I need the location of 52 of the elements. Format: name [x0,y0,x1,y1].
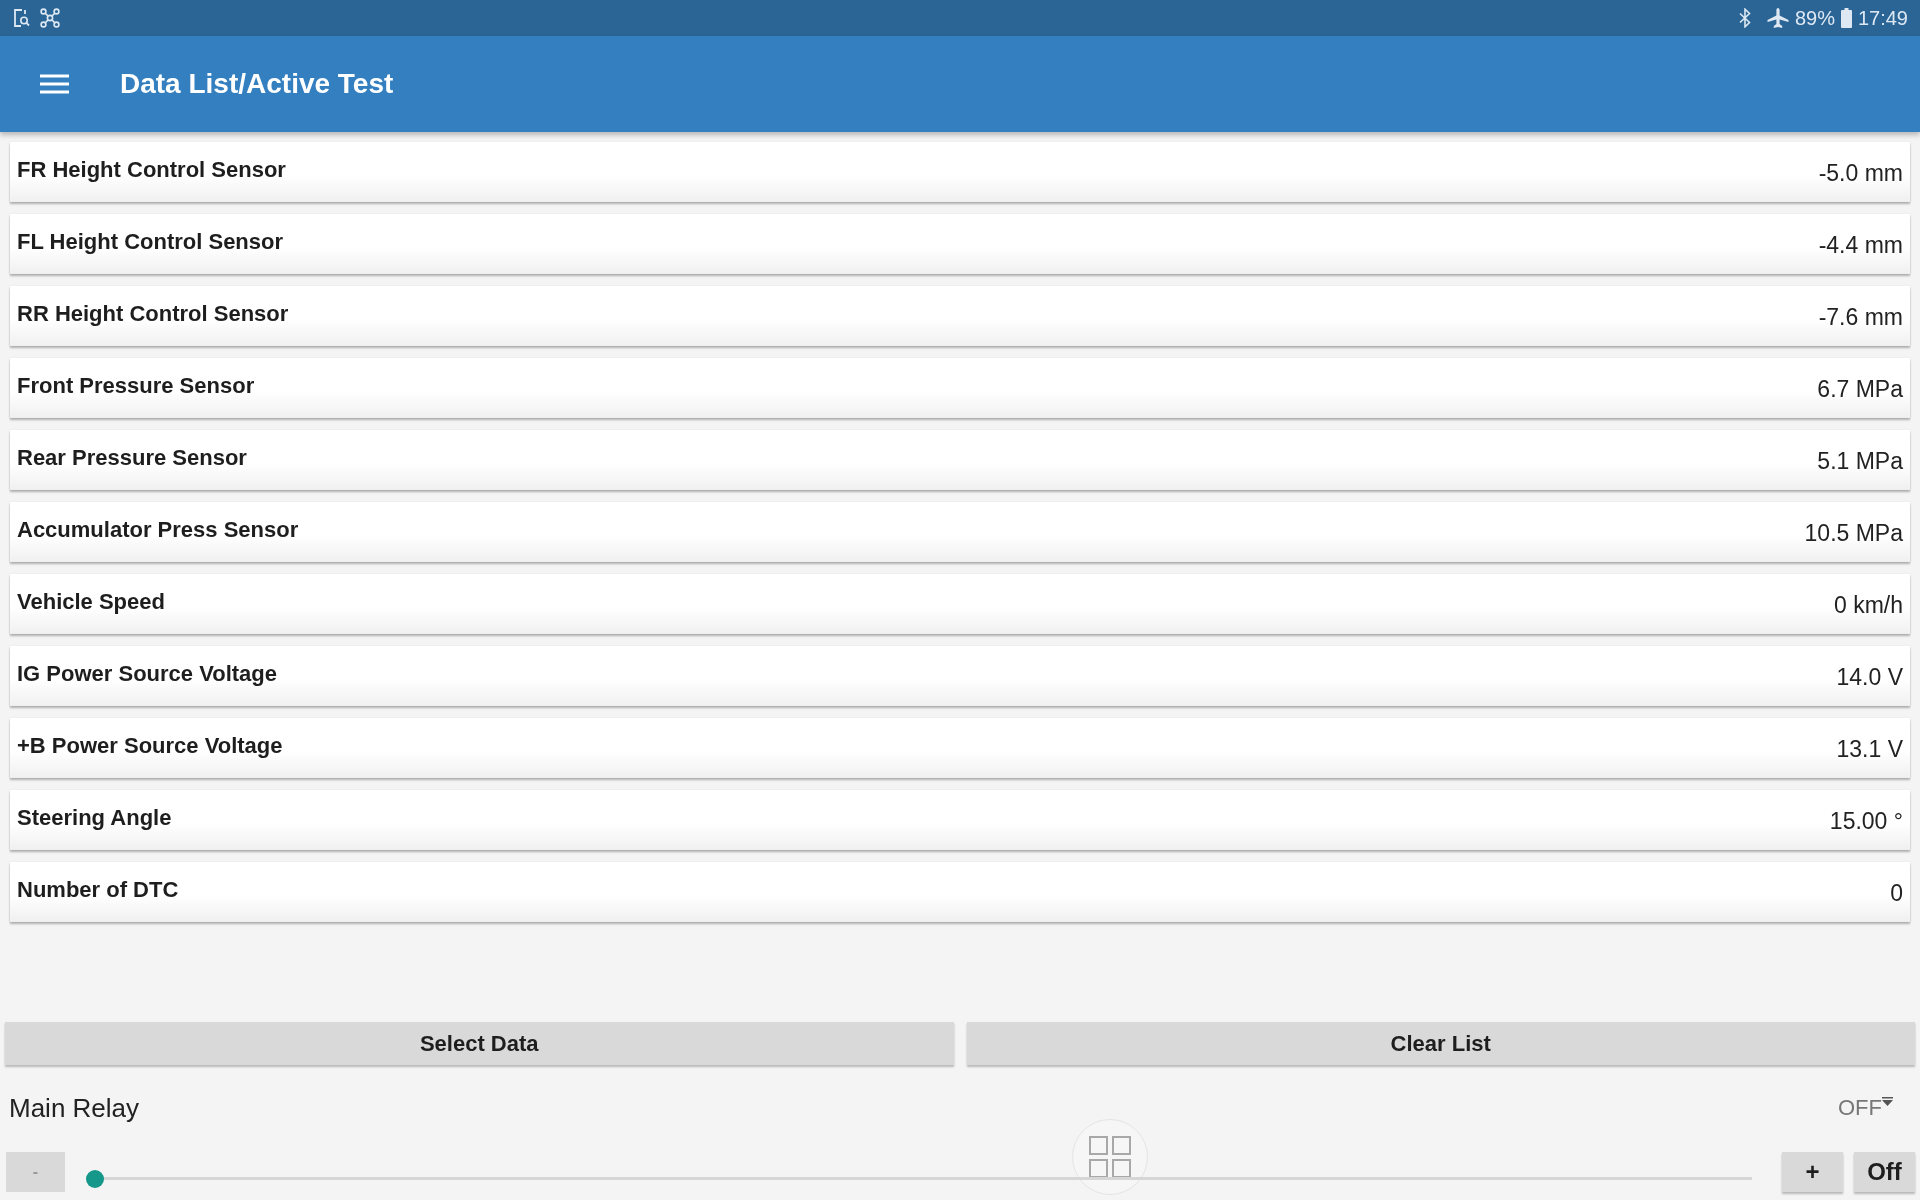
menu-icon [40,74,69,94]
parameter-value: 5.1 MPa [1817,447,1903,475]
data-row[interactable]: Steering Angle 15.00 ° [10,790,1910,850]
parameter-name: Rear Pressure Sensor [17,445,247,471]
parameter-name: IG Power Source Voltage [17,661,277,687]
bluetooth-icon [1738,8,1751,28]
parameter-name: Front Pressure Sensor [17,373,255,399]
data-row[interactable]: IG Power Source Voltage 14.0 V [10,646,1910,706]
data-row[interactable]: Rear Pressure Sensor 5.1 MPa [10,430,1910,490]
app-title: Data List/Active Test [120,68,394,100]
data-row[interactable]: Number of DTC 0 [10,862,1910,922]
parameter-value: 0 km/h [1833,591,1903,619]
parameter-name: FR Height Control Sensor [17,157,286,183]
data-row[interactable]: Accumulator Press Sensor 10.5 MPa [10,502,1910,562]
parameter-name: RR Height Control Sensor [17,301,289,327]
airplane-icon [1766,8,1789,28]
test-status: OFF [1838,1095,1882,1121]
parameter-value: -5.0 mm [1818,159,1903,187]
parameter-name: Number of DTC [17,877,179,903]
data-row[interactable]: Front Pressure Sensor 6.7 MPa [10,358,1910,418]
parameter-value: 6.7 MPa [1817,375,1903,403]
data-row[interactable]: Vehicle Speed 0 km/h [10,574,1910,634]
grid-icon [1088,1135,1132,1179]
data-row[interactable]: FR Height Control Sensor -5.0 mm [10,142,1910,202]
toggle-button[interactable]: Off [1854,1152,1915,1192]
parameter-value: 13.1 V [1836,735,1903,763]
battery-icon [1840,8,1852,28]
test-item-name: Main Relay [9,1092,140,1124]
battery-percent: 89% [1794,8,1835,28]
hub-icon [40,8,60,28]
parameter-name: +B Power Source Voltage [17,733,283,759]
parameter-value: -7.6 mm [1818,303,1903,331]
slider-thumb[interactable] [86,1170,104,1188]
parameter-name: FL Height Control Sensor [17,229,284,255]
parameter-name: Steering Angle [17,805,172,831]
caret-icon [1882,1097,1893,1106]
data-row[interactable]: FL Height Control Sensor -4.4 mm [10,214,1910,274]
parameter-name: Vehicle Speed [17,589,165,615]
parameter-value: -4.4 mm [1818,231,1903,259]
parameter-value: 0 [1890,879,1903,907]
parameter-value: 10.5 MPa [1804,519,1903,547]
action-button[interactable]: Select Data [5,1022,954,1065]
action-button[interactable]: Clear List [966,1022,1915,1065]
parameter-name: Accumulator Press Sensor [17,517,299,543]
parameter-value: 14.0 V [1836,663,1903,691]
menu-button[interactable] [40,74,69,94]
parameter-value: 15.00 ° [1829,807,1903,835]
increase-button[interactable]: + [1782,1152,1843,1192]
clock-time: 17:49 [1857,8,1908,28]
data-row[interactable]: +B Power Source Voltage 13.1 V [10,718,1910,778]
screen-search-icon [13,9,30,27]
data-row[interactable]: RR Height Control Sensor -7.6 mm [10,286,1910,346]
